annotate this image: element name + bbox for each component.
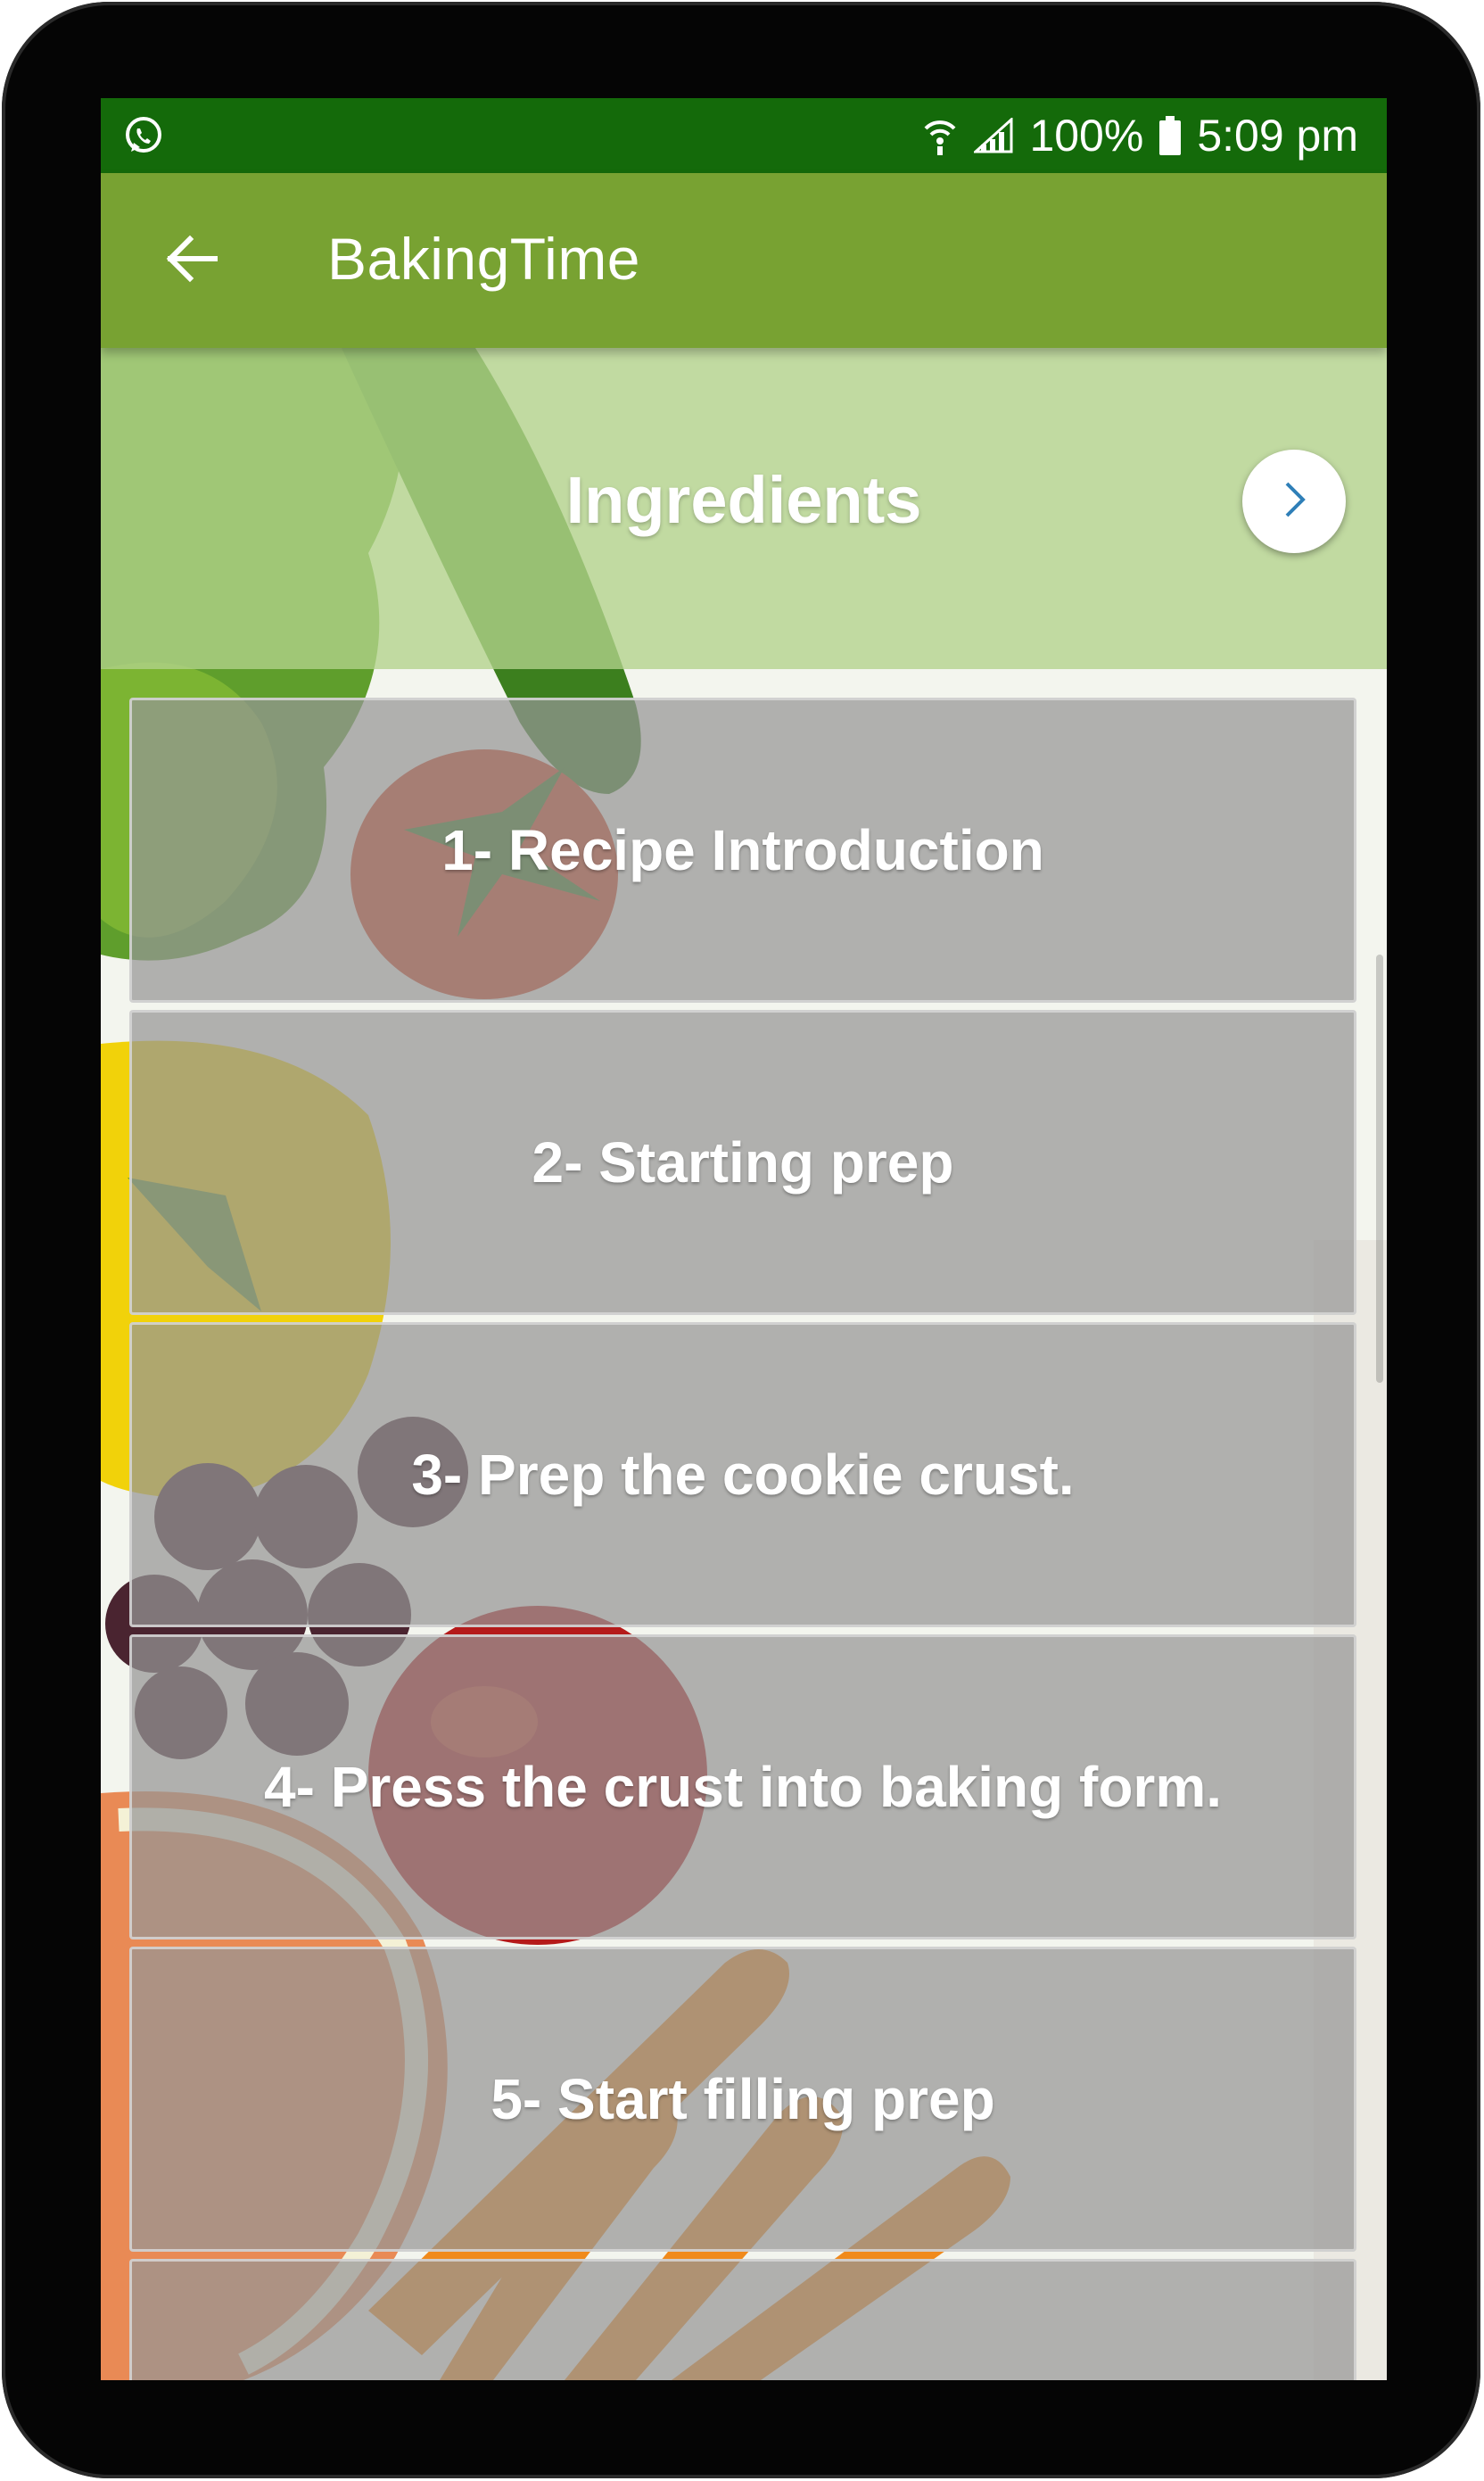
status-time: 5:09 pm (1197, 111, 1358, 161)
step-card-2[interactable]: 2- Starting prep (129, 1010, 1356, 1315)
device-frame: 100% 5:09 pm BakingTime Ingredients 1- R… (0, 0, 1484, 2481)
status-bar: 100% 5:09 pm (101, 98, 1387, 173)
step-label: 3- Prep the cookie crust. (411, 1443, 1075, 1507)
ingredients-header[interactable]: Ingredients (101, 348, 1387, 669)
scrollbar[interactable] (1376, 955, 1383, 1383)
step-card-4[interactable]: 4- Press the crust into baking form. (129, 1634, 1356, 1939)
step-card-6[interactable] (129, 2259, 1356, 2380)
arrow-left-icon (163, 230, 220, 292)
app-bar: BakingTime (101, 173, 1387, 348)
step-card-1[interactable]: 1- Recipe Introduction (129, 698, 1356, 1003)
app-title: BakingTime (327, 226, 641, 292)
status-icons: 100% 5:09 pm (922, 98, 1358, 173)
ingredients-next-button[interactable] (1242, 450, 1346, 553)
step-card-5[interactable]: 5- Start filling prep (129, 1947, 1356, 2252)
phone-screen: 100% 5:09 pm BakingTime Ingredients 1- R… (101, 98, 1387, 2380)
back-button[interactable] (158, 227, 226, 294)
step-card-3[interactable]: 3- Prep the cookie crust. (129, 1322, 1356, 1627)
battery-percent: 100% (1029, 111, 1144, 161)
ingredients-title: Ingredients (565, 463, 922, 537)
whatsapp-icon (122, 114, 165, 157)
signal-icon (974, 118, 1013, 153)
chevron-right-icon (1276, 478, 1312, 525)
step-label: 1- Recipe Introduction (441, 818, 1044, 882)
wifi-icon (922, 116, 958, 155)
step-label: 2- Starting prep (532, 1130, 954, 1195)
step-label: 4- Press the crust into baking form. (264, 1755, 1222, 1819)
step-label: 5- Start filling prep (491, 2067, 995, 2131)
battery-icon (1159, 116, 1182, 155)
recipe-steps-content: Ingredients 1- Recipe Introduction 2- St… (101, 348, 1387, 2380)
